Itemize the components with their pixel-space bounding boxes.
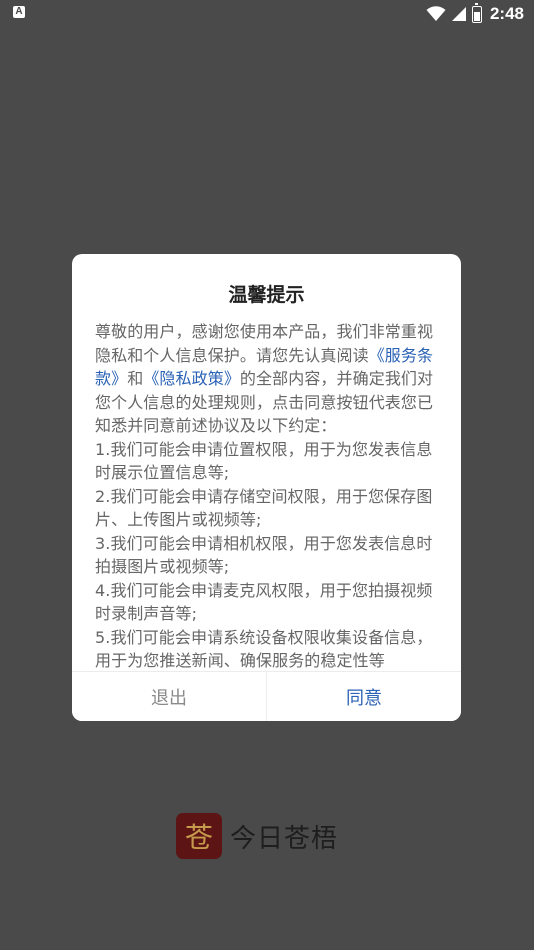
intro-and: 和	[127, 369, 144, 388]
exit-button[interactable]: 退出	[72, 672, 267, 721]
clause-location: 1.我们可能会申请位置权限，用于为您发表信息时展示位置信息等;	[95, 439, 433, 483]
app-name: 今日苍梧	[230, 823, 339, 854]
signal-icon	[451, 7, 466, 21]
status-time: 2:48	[489, 4, 524, 23]
brand: 苍 今日苍梧	[176, 812, 338, 860]
clause-storage: 2.我们可能会申请存储空间权限，用于您保存图片、上传图片或视频等;	[95, 486, 433, 530]
status-icons: 2:48	[426, 2, 524, 25]
privacy-policy-link[interactable]: 《隐私政策》	[143, 369, 240, 388]
clause-camera: 3.我们可能会申请相机权限，用于您发表信息时拍摄图片或视频等;	[95, 533, 433, 577]
dialog-text: 尊敬的用户，感谢您使用本产品，我们非常重视隐私和个人信息保护。请您先认真阅读《服…	[95, 320, 438, 673]
wifi-icon	[426, 6, 446, 21]
notification-icon: A	[13, 6, 25, 18]
dialog-title: 温馨提示	[228, 284, 305, 306]
status-bar: A 2:48	[0, 0, 534, 28]
agree-button[interactable]: 同意	[267, 672, 461, 721]
battery-icon	[471, 2, 482, 23]
dialog-button-bar: 退出 同意	[72, 671, 461, 721]
clause-device: 5.我们可能会申请系统设备权限收集设备信息，用于为您推送新闻、确保服务的稳定性等	[95, 627, 433, 671]
clause-microphone: 4.我们可能会申请麦克风权限，用于您拍摄视频时录制声音等;	[95, 580, 433, 624]
privacy-dialog: 温馨提示 尊敬的用户，感谢您使用本产品，我们非常重视隐私和个人信息保护。请您先认…	[72, 254, 461, 721]
app-logo: 苍	[176, 813, 222, 859]
dialog-scroll-body[interactable]: 尊敬的用户，感谢您使用本产品，我们非常重视隐私和个人信息保护。请您先认真阅读《服…	[95, 320, 438, 708]
